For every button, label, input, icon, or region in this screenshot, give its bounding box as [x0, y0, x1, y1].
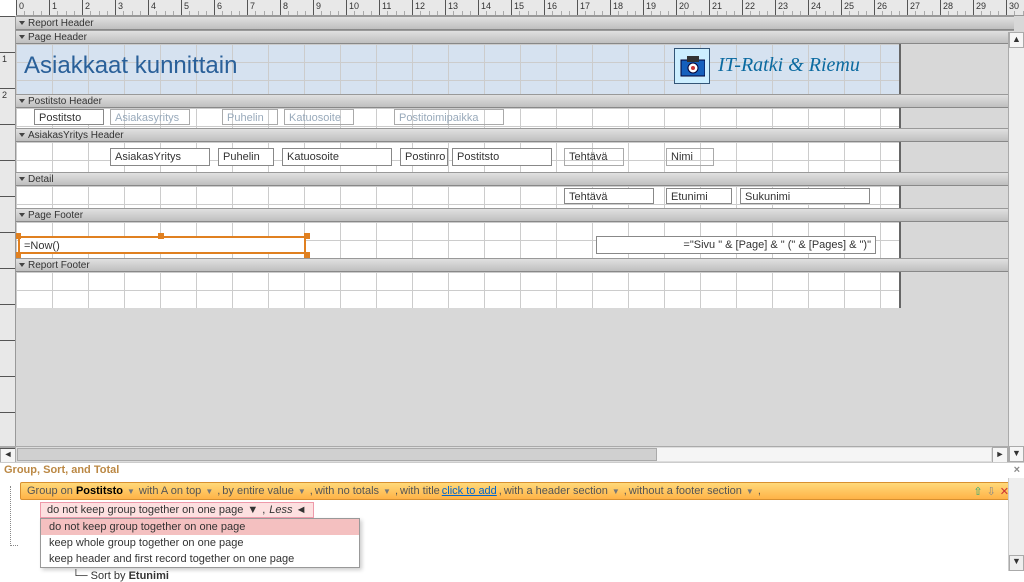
collapse-icon — [19, 213, 25, 217]
dropdown-icon[interactable]: ▼ — [744, 487, 756, 496]
report-title-label[interactable]: Asiakkaat kunnittain — [20, 50, 420, 86]
postitsto-textbox[interactable]: Postitsto — [34, 109, 104, 125]
move-up-icon[interactable]: ⇧ — [973, 485, 982, 498]
title-click-to-add[interactable]: click to add — [442, 485, 497, 497]
section-bar-postitsto-header[interactable]: Postitsto Header — [16, 94, 1014, 108]
scroll-thumb[interactable] — [17, 448, 657, 461]
page-expression-textbox[interactable]: ="Sivu " & [Page] & " (" & [Pages] & ")" — [596, 236, 876, 254]
collapse-icon — [19, 35, 25, 39]
page-header-body[interactable]: Asiakkaat kunnittain IT-Ratki & Riemu — [16, 44, 901, 94]
section-bar-detail[interactable]: Detail — [16, 172, 1014, 186]
section-bar-report-footer[interactable]: Report Footer — [16, 258, 1014, 272]
postitoimipaikka-label[interactable]: Postitoimipaikka — [394, 109, 504, 125]
sort-direction[interactable]: with A on top — [139, 485, 201, 497]
nimi-label[interactable]: Nimi — [666, 148, 714, 166]
move-down-icon[interactable]: ⇩ — [987, 485, 996, 498]
group-row-postitsto[interactable]: Group on Postitsto▼ with A on top▼ , by … — [20, 482, 1016, 500]
group-on-label: Group on Postitsto — [27, 485, 123, 497]
scroll-down-button[interactable]: ▼ — [1009, 555, 1024, 571]
section-label: Detail — [28, 174, 54, 185]
logo-image[interactable] — [674, 48, 710, 84]
postitsto-header-body[interactable]: Postitsto Asiakasyritys Puhelin Katuosoi… — [16, 108, 901, 128]
katuosoite-label[interactable]: Katuosoite — [284, 109, 354, 125]
section-label: AsiakasYritys Header — [28, 130, 124, 141]
asiakasyritys-textbox[interactable]: AsiakasYritys — [110, 148, 210, 166]
horizontal-scrollbar[interactable]: ◄ ► ◢ — [0, 446, 1024, 462]
gst-vertical-scrollbar[interactable]: ▼ — [1008, 478, 1024, 571]
option-do-not-keep[interactable]: do not keep group together on one page — [41, 519, 359, 535]
gst-title: Group, Sort, and Total — [4, 464, 119, 477]
less-toggle[interactable]: Less ◄ — [269, 504, 306, 516]
camera-disk-icon — [679, 54, 705, 78]
collapse-icon — [19, 263, 25, 267]
collapse-icon — [19, 21, 25, 25]
postinro-textbox[interactable]: Postinro — [400, 148, 448, 166]
asiakasyritys-label[interactable]: Asiakasyritys — [110, 109, 190, 125]
scroll-up-button[interactable]: ▲ — [1009, 32, 1024, 48]
section-bar-page-footer[interactable]: Page Footer — [16, 208, 1014, 222]
keep-together-current: do not keep group together on one page — [47, 504, 243, 516]
sukunimi-textbox[interactable]: Sukunimi — [740, 188, 870, 204]
scroll-track[interactable] — [16, 447, 992, 462]
section-bar-asiakasyritys-header[interactable]: AsiakasYritys Header — [16, 128, 1014, 142]
section-label: Page Header — [28, 32, 87, 43]
keep-together-option[interactable]: do not keep group together on one page ▼… — [40, 502, 314, 518]
dropdown-icon[interactable]: ▼ — [125, 487, 137, 496]
katuosoite-textbox[interactable]: Katuosoite — [282, 148, 392, 166]
dropdown-icon[interactable]: ▼ — [203, 487, 215, 496]
totals-option[interactable]: with no totals — [315, 485, 379, 497]
asiakasyritys-header-body[interactable]: AsiakasYritys Puhelin Katuosoite Postinr… — [16, 142, 901, 172]
collapse-icon — [19, 133, 25, 137]
scroll-left-button[interactable]: ◄ — [0, 447, 16, 463]
option-keep-whole[interactable]: keep whole group together on one page — [41, 535, 359, 551]
collapse-icon — [19, 177, 25, 181]
collapse-icon — [19, 99, 25, 103]
dropdown-icon[interactable]: ▼ — [381, 487, 393, 496]
section-label: Report Footer — [28, 260, 90, 271]
group-interval[interactable]: by entire value — [222, 485, 294, 497]
puhelin-label[interactable]: Puhelin — [222, 109, 278, 125]
postitsto-textbox-2[interactable]: Postitsto — [452, 148, 552, 166]
keep-together-dropdown[interactable]: do not keep group together on one page k… — [40, 518, 360, 568]
section-label: Postitsto Header — [28, 96, 102, 107]
scroll-right-button[interactable]: ► — [992, 447, 1008, 463]
dropdown-icon[interactable]: ▼ — [247, 504, 258, 516]
detail-body[interactable]: Tehtävä Etunimi Sukunimi — [16, 186, 901, 208]
tehtava-textbox[interactable]: Tehtävä — [564, 188, 654, 204]
dropdown-icon[interactable]: ▼ — [296, 487, 308, 496]
section-bar-report-header[interactable]: Report Header — [16, 16, 1014, 30]
option-keep-header-first[interactable]: keep header and first record together on… — [41, 551, 359, 567]
logo-text-label[interactable]: IT-Ratki & Riemu — [714, 52, 914, 82]
sort-row-etunimi[interactable]: └─ Sort by Etunimi — [72, 570, 1016, 582]
puhelin-textbox[interactable]: Puhelin — [218, 148, 274, 166]
tehtava-label[interactable]: Tehtävä — [564, 148, 624, 166]
section-label: Report Header — [28, 18, 94, 29]
close-icon[interactable]: × — [1014, 464, 1020, 477]
report-footer-body[interactable] — [16, 272, 901, 308]
section-label: Page Footer — [28, 210, 83, 221]
header-section-option[interactable]: with a header section — [504, 485, 608, 497]
group-sort-total-header: Group, Sort, and Total × — [0, 462, 1024, 478]
vertical-scrollbar[interactable]: ▲ ▼ — [1008, 32, 1024, 462]
scroll-down-button[interactable]: ▼ — [1009, 446, 1024, 462]
dropdown-icon[interactable]: ▼ — [610, 487, 622, 496]
title-label: with title — [400, 485, 440, 497]
footer-section-option[interactable]: without a footer section — [629, 485, 742, 497]
horizontal-ruler: 0123456789101112131415161718192021222324… — [16, 0, 1024, 16]
section-bar-page-header[interactable]: Page Header — [16, 30, 1014, 44]
etunimi-textbox[interactable]: Etunimi — [666, 188, 732, 204]
report-design-canvas[interactable]: Report Header Page Header Asiakkaat kunn… — [16, 16, 1024, 446]
vertical-ruler: 12 — [0, 16, 16, 446]
group-sort-total-panel[interactable]: Group on Postitsto▼ with A on top▼ , by … — [0, 478, 1024, 571]
page-footer-body[interactable]: =Now() ="Sivu " & [Page] & " (" & [Pages… — [16, 222, 901, 258]
